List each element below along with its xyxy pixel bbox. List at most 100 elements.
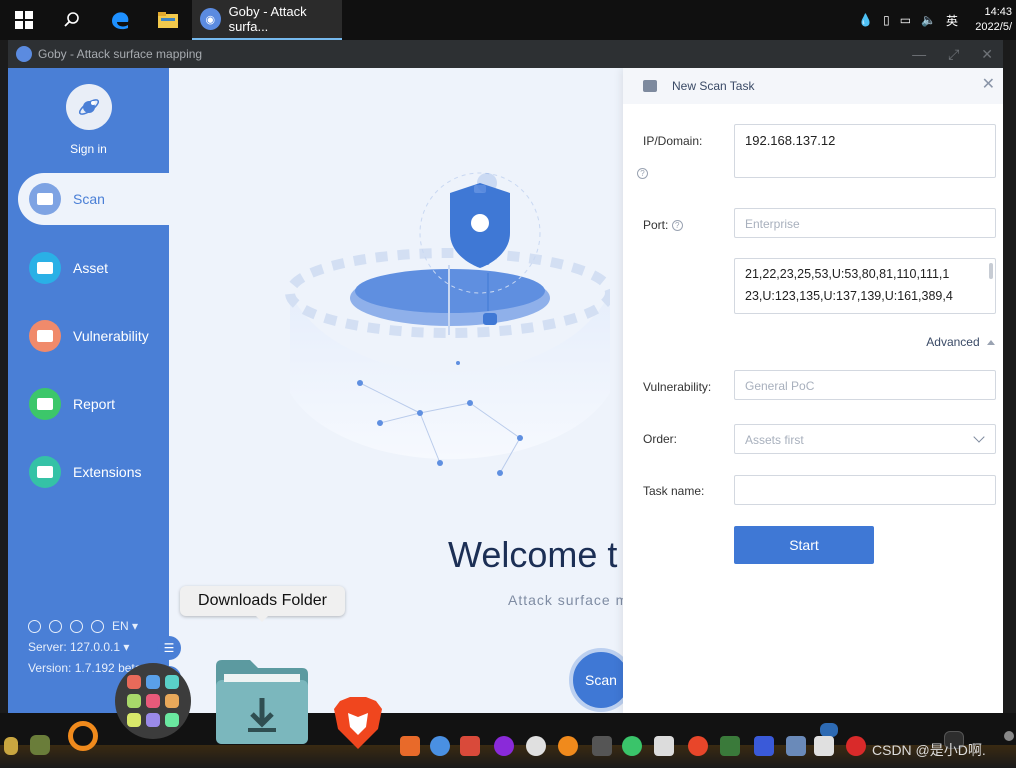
window-titlebar[interactable]: Goby - Attack surface mapping — ⤢ ✕	[8, 40, 1003, 68]
downloads-folder-icon[interactable]	[214, 658, 310, 744]
sidebar-item-label: Scan	[73, 191, 105, 207]
ip-domain-input[interactable]: 192.168.137.12	[734, 124, 996, 178]
tray-app-icon[interactable]	[814, 736, 834, 756]
power-icon[interactable]	[28, 620, 41, 633]
window-title: Goby - Attack surface mapping	[38, 47, 203, 61]
tray-app-icon[interactable]	[622, 736, 642, 756]
network-icon[interactable]: ▭	[900, 13, 911, 27]
sidebar-footer: EN ▾ Server: 127.0.0.1 ▾ Version: 1.7.19…	[28, 616, 141, 679]
sidebar-item-scan[interactable]: Scan	[18, 173, 169, 225]
dock-app-icon[interactable]	[4, 737, 18, 755]
sidebar-item-asset[interactable]: Asset	[18, 242, 169, 294]
tray-app-icon[interactable]	[754, 736, 774, 756]
order-label: Order:	[643, 432, 678, 446]
port-label-row: Port: ?	[643, 218, 683, 232]
tray-app-icon[interactable]	[460, 736, 480, 756]
report-icon	[29, 388, 61, 420]
tray-app-icon[interactable]	[400, 736, 420, 756]
sidebar-item-label: Vulnerability	[73, 328, 149, 344]
file-explorer-button[interactable]	[144, 0, 192, 40]
tray-app-icon[interactable]	[592, 736, 612, 756]
clock-time: 14:43	[984, 6, 1012, 18]
chrome-icon[interactable]	[430, 736, 450, 756]
order-select[interactable]: Assets first	[734, 424, 996, 454]
task-icon	[643, 80, 657, 92]
task-name-label: Task name:	[643, 484, 705, 498]
tray-app-icon[interactable]	[558, 736, 578, 756]
port-label: Port:	[643, 218, 669, 232]
maximize-icon[interactable]: ⤢	[948, 46, 959, 63]
drop-icon[interactable]: 💧	[858, 13, 873, 27]
ime-indicator[interactable]: 英	[946, 12, 958, 29]
menu-toggle-icon[interactable]: ☰	[157, 636, 181, 660]
server-selector[interactable]: Server: 127.0.0.1 ▾	[28, 637, 141, 658]
panel-title: New Scan Task	[672, 79, 755, 93]
search-button[interactable]	[48, 0, 96, 40]
sidebar-item-vulnerability[interactable]: Vulnerability	[18, 310, 169, 362]
tray-app-icon[interactable]	[786, 736, 806, 756]
signin-area[interactable]: Sign in	[8, 68, 169, 172]
sidebar-item-label: Report	[73, 396, 116, 412]
new-scan-task-panel: New Scan Task ✕ IP/Domain: ? 192.168.137…	[623, 68, 1003, 713]
chevron-down-icon	[973, 431, 985, 443]
welcome-heading: Welcome t	[448, 534, 618, 575]
watermark: CSDN @是小D啊.	[872, 742, 986, 758]
app-launcher-icon[interactable]	[115, 663, 191, 739]
folder-icon	[158, 12, 178, 28]
sidebar-item-report[interactable]: Report	[18, 378, 169, 430]
info-icon[interactable]	[91, 620, 104, 633]
history-icon[interactable]	[70, 620, 83, 633]
tray-app-icon[interactable]	[526, 736, 546, 756]
order-value: Assets first	[745, 433, 804, 447]
goby-app: Sign in Scan Asset Vulnerability Report …	[8, 68, 1003, 713]
vulnerability-select[interactable]: General PoC	[734, 370, 996, 400]
sidebar-item-extensions[interactable]: Extensions	[18, 446, 169, 498]
usb-icon[interactable]: ▯	[883, 13, 890, 27]
tray-app-icon[interactable]	[846, 736, 866, 756]
advanced-label: Advanced	[926, 335, 980, 349]
start-button[interactable]: Start	[734, 526, 874, 564]
clock-date: 2022/5/	[975, 21, 1012, 33]
advanced-toggle[interactable]: Advanced	[926, 335, 995, 349]
task-name-input[interactable]	[734, 475, 996, 505]
brave-browser-icon[interactable]	[330, 695, 386, 751]
ports-textarea[interactable]: 21,22,23,25,53,U:53,80,81,110,111,1 23,U…	[734, 258, 996, 314]
asset-icon	[29, 252, 61, 284]
windows-logo-icon	[15, 11, 33, 29]
welcome-subtitle: Attack surface m	[508, 592, 629, 608]
hero-illustration	[285, 172, 610, 476]
start-button[interactable]	[0, 0, 48, 40]
panel-header: New Scan Task ✕	[623, 68, 1003, 104]
dock-app-icon[interactable]	[30, 735, 50, 755]
clock[interactable]: 14:43 2022/5/	[968, 5, 1012, 35]
taskbar-app-goby[interactable]: ◉ Goby - Attack surfa...	[192, 0, 342, 40]
goby-app-icon: ◉	[200, 8, 221, 30]
language-selector[interactable]: EN ▾	[112, 616, 138, 637]
help-icon[interactable]: ?	[671, 220, 683, 232]
vulnerability-label: Vulnerability:	[643, 380, 712, 394]
help-icon[interactable]: ?	[637, 168, 648, 180]
vulnerability-icon	[29, 320, 61, 352]
tray-app-icon[interactable]	[654, 736, 674, 756]
dock-app-icon[interactable]	[820, 723, 838, 737]
signin-label: Sign in	[70, 142, 107, 156]
ports-scrollbar[interactable]	[989, 263, 993, 279]
tray-app-icon[interactable]	[688, 736, 708, 756]
close-icon[interactable]: ✕	[982, 76, 995, 94]
edge-button[interactable]	[96, 0, 144, 40]
avatar[interactable]	[65, 84, 112, 130]
search-icon	[64, 12, 79, 27]
minimize-icon[interactable]: —	[912, 46, 926, 62]
edge-icon	[112, 12, 129, 30]
caret-up-icon	[987, 340, 995, 346]
tray-app-icon[interactable]	[494, 736, 514, 756]
tray-app-icon[interactable]	[720, 736, 740, 756]
search-app-icon[interactable]	[68, 721, 98, 751]
port-preset-select[interactable]: Enterprise	[734, 208, 996, 238]
sidebar: Sign in Scan Asset Vulnerability Report …	[8, 68, 169, 713]
dock-app-icon[interactable]	[1004, 731, 1014, 741]
close-window-icon[interactable]: ✕	[981, 46, 993, 63]
volume-icon[interactable]: 🔈	[921, 13, 936, 27]
ports-line: 21,22,23,25,53,U:53,80,81,110,111,1	[745, 267, 950, 281]
settings-icon[interactable]	[49, 620, 62, 633]
